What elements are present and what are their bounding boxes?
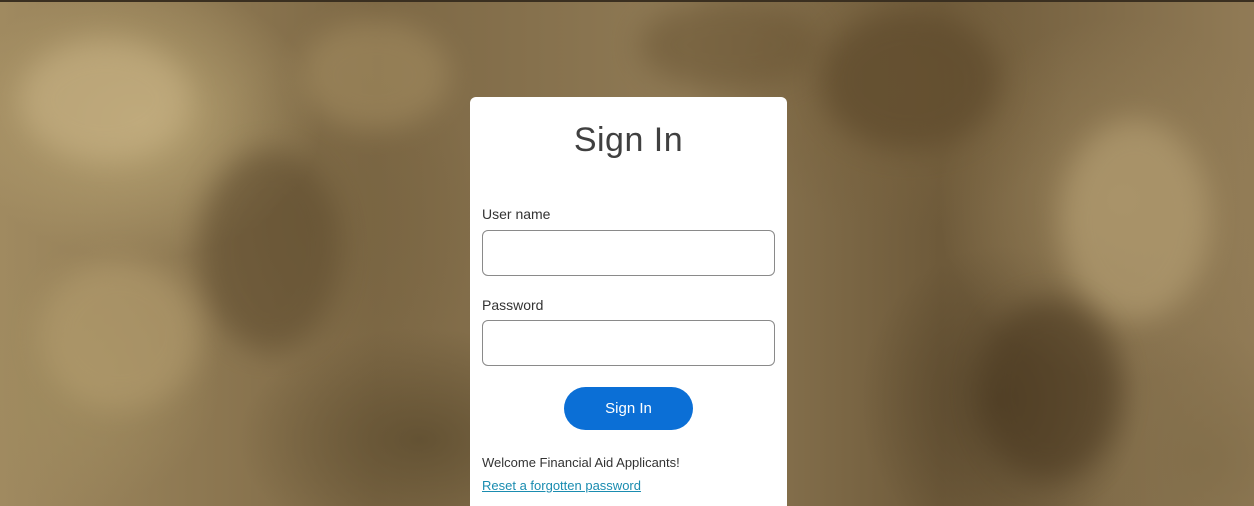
background-blur-shape [200,150,340,350]
background-blur-shape [640,0,820,90]
password-label: Password [482,297,544,313]
reset-password-link[interactable]: Reset a forgotten password [482,478,641,493]
password-input[interactable] [482,320,775,366]
page: Sign In User name Password Sign In Welco… [0,0,1254,506]
background-blur-shape [20,40,190,160]
background-blur-shape [300,20,450,130]
top-divider [0,0,1254,2]
signin-card: Sign In User name Password Sign In Welco… [470,97,787,506]
page-title: Sign In [573,121,684,159]
background-blur-shape [40,260,200,410]
username-input[interactable] [482,230,775,276]
username-label: User name [482,206,551,222]
background-blur-shape [1060,120,1210,320]
background-blur-shape [820,10,1000,150]
welcome-message: Welcome Financial Aid Applicants! [482,455,680,470]
background-blur-shape [980,300,1120,480]
signin-button[interactable]: Sign In [564,387,693,430]
